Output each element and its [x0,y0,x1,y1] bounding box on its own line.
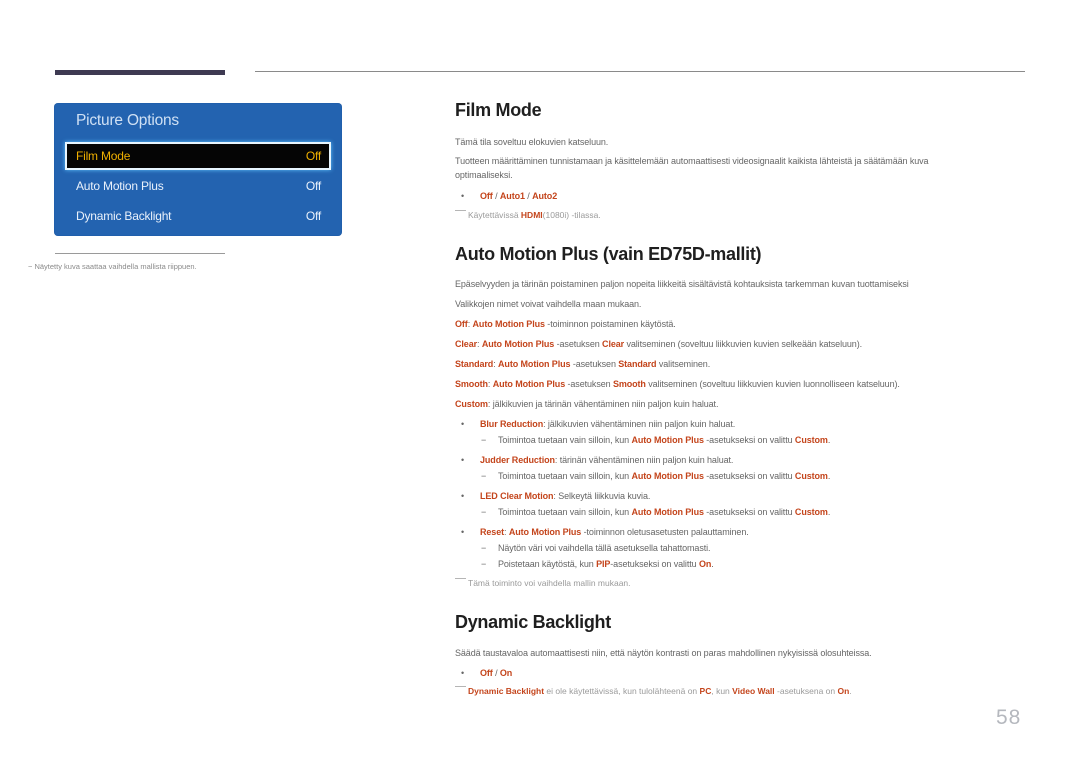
sidebar-note: − Näytetty kuva saattaa vaihdella mallis… [28,262,197,271]
paragraph: Epäselvyyden ja tärinän poistaminen palj… [455,279,909,289]
page-number: 58 [996,706,1022,729]
section-title: Film Mode [455,100,542,120]
menu-item-dynamic-backlight[interactable]: Dynamic Backlight Off [67,204,329,228]
section-title: Dynamic Backlight [455,612,611,632]
note-icon [455,578,466,579]
led-clear-motion-subnote: − Toimintoa tuetaan vain silloin, kun Au… [481,507,831,517]
paragraph: Säädä taustavaloa automaattisesti niin, … [455,648,872,658]
separator: / [492,191,500,201]
menu-item-value: Off [305,179,321,193]
dynamic-backlight-section: Dynamic Backlight Säädä taustavaloa auto… [455,612,1025,696]
reset-subnote-2: − Poistetaan käytöstä, kun PIP-asetuksek… [481,559,714,569]
bullet-icon: • [461,527,465,537]
header-accent-bar [55,70,225,75]
option-standard-desc: Standard: Auto Motion Plus -asetuksen St… [455,359,711,369]
dash-icon: − [481,559,487,569]
dash-icon: − [481,471,487,481]
film-mode-section: Film Mode Tämä tila soveltuu elokuvien k… [455,100,1025,220]
blur-reduction-subnote: − Toimintoa tuetaan vain silloin, kun Au… [481,435,831,445]
option-off-desc: Off: Auto Motion Plus -toiminnon poistam… [455,319,676,329]
note-icon [455,686,466,687]
paragraph: Tämä tila soveltuu elokuvien katseluun. [455,137,609,147]
bullet-icon: • [461,419,465,429]
paragraph: Valikkojen nimet voivat vaihdella maan m… [455,299,642,309]
picture-options-panel: Picture Options Film Mode Off Auto Motio… [54,103,342,236]
dash-icon: − [481,507,487,517]
option-custom-desc: Custom: jälkikuvien ja tärinän vähentämi… [455,399,719,409]
menu-item-value: Off [305,209,321,223]
sidebar-divider [55,253,225,254]
option-auto1: Auto1 [499,191,525,201]
bullet-icon: • [461,455,465,465]
menu-item-auto-motion-plus[interactable]: Auto Motion Plus Off [67,174,329,198]
bullet-icon: • [461,491,465,501]
dash-icon: − [481,435,487,445]
options-list: • Off / On [461,668,513,678]
option-smooth-desc: Smooth: Auto Motion Plus -asetuksen Smoo… [455,379,900,389]
option-off: Off [480,668,493,678]
section-title: Auto Motion Plus (vain ED75D-mallit) [455,244,762,264]
judder-reduction-item: • Judder Reduction: tärinän vähentäminen… [461,455,734,465]
dash-icon: − [481,543,487,553]
paragraph: Tuotteen määrittäminen tunnistamaan ja k… [455,156,929,166]
menu-item-value: Off [305,149,321,163]
menu-item-label: Dynamic Backlight [76,209,172,223]
blur-reduction-item: • Blur Reduction: jälkikuvien vähentämin… [461,419,736,429]
option-off: Off [480,191,493,201]
option-auto2: Auto2 [532,191,558,201]
judder-reduction-subnote: − Toimintoa tuetaan vain silloin, kun Au… [481,471,831,481]
bullet-icon: • [461,191,465,201]
option-clear-desc: Clear: Auto Motion Plus -asetuksen Clear… [455,339,862,349]
reset-item: • Reset: Auto Motion Plus -toiminnon ole… [461,527,749,537]
options-list: • Off / Auto1 / Auto2 [455,189,557,203]
paragraph: optimaaliseksi. [455,170,513,180]
panel-title: Picture Options [76,112,179,129]
reset-subnote-1: − Näytön väri voi vaihdella tällä asetuk… [481,543,711,553]
amp-note: Tämä toiminto voi vaihdella mallin mukaa… [455,578,631,588]
header-rule [255,71,1025,72]
film-mode-note: Käytettävissä HDMI(1080i) -tilassa. [455,210,601,220]
menu-item-label: Film Mode [76,149,131,163]
db-note: Dynamic Backlight ei ole käytettävissä, … [455,686,852,696]
menu-item-label: Auto Motion Plus [76,179,164,193]
led-clear-motion-item: • LED Clear Motion: Selkeytä liikkuvia k… [461,491,651,501]
option-on: On [499,668,513,678]
bullet-icon: • [461,668,465,678]
note-icon [455,210,466,211]
auto-motion-plus-section: Auto Motion Plus (vain ED75D-mallit) Epä… [455,244,1025,588]
menu-item-film-mode[interactable]: Film Mode Off [65,142,331,170]
